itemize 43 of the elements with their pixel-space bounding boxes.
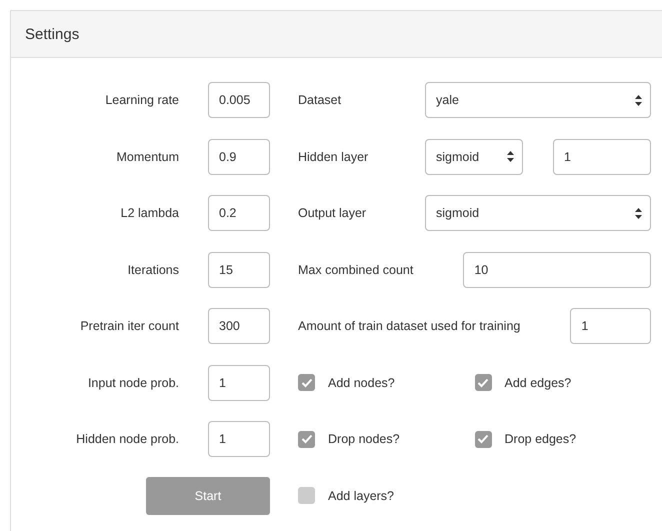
field-label: Amount of train dataset used for training [298, 319, 520, 334]
checkbox[interactable] [474, 374, 492, 392]
updown-icon [635, 94, 642, 106]
select-dropdown[interactable]: sigmoid [425, 195, 651, 232]
field-label: Hidden node prob. [76, 432, 179, 446]
select-dropdown[interactable]: yale [425, 82, 651, 118]
input-field[interactable]: 300 [208, 308, 270, 344]
checkbox[interactable] [298, 487, 315, 504]
checkbox-label: Add nodes? [328, 376, 395, 390]
checkbox-label: Drop nodes? [328, 432, 400, 446]
input-field[interactable]: 10 [463, 252, 651, 288]
checkbox[interactable] [298, 430, 315, 448]
field-label: Dataset [298, 93, 342, 108]
field-label: Max combined count [298, 262, 414, 277]
field-label: Hidden layer [298, 150, 370, 164]
check-icon [300, 434, 312, 444]
checkbox-label: Add layers? [328, 488, 394, 503]
check-icon [300, 378, 312, 388]
checkbox[interactable] [474, 430, 492, 448]
checkbox-label: Add edges? [504, 376, 572, 390]
field-label: Pretrain iter count [80, 319, 179, 334]
field-label: Iterations [128, 262, 179, 277]
input-field[interactable]: 0.2 [208, 195, 270, 232]
check-icon [477, 434, 489, 444]
input-field[interactable]: 1 [570, 308, 651, 344]
checkbox-label: Drop edges? [504, 432, 576, 446]
updown-icon [635, 208, 642, 219]
check-icon [477, 378, 489, 388]
updown-icon [507, 151, 514, 162]
input-field[interactable]: 0.005 [208, 82, 270, 118]
checkbox[interactable] [298, 374, 315, 392]
input-field[interactable]: 1 [208, 421, 270, 458]
field-label: Input node prob. [88, 376, 179, 390]
input-field[interactable]: 0.9 [208, 138, 270, 175]
input-field[interactable]: 1 [553, 138, 651, 175]
select-dropdown[interactable]: sigmoid [425, 138, 523, 175]
panel-title: Settings [25, 26, 80, 42]
field-label: Output layer [298, 206, 368, 220]
input-field[interactable]: 1 [208, 364, 270, 401]
field-label: Learning rate [105, 93, 179, 108]
field-label: L2 lambda [120, 206, 179, 220]
field-label: Momentum [116, 150, 179, 164]
input-field[interactable]: 15 [208, 252, 270, 288]
